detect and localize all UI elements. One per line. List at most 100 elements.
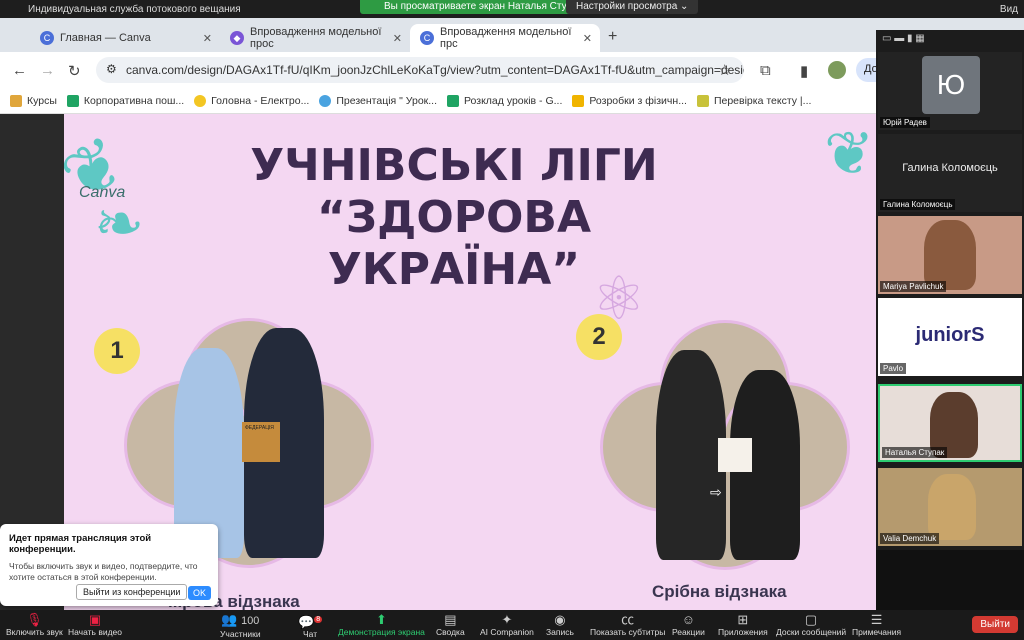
reactions-button[interactable]: ☺ Реакции (672, 612, 705, 637)
bookmark-item[interactable]: Головна - Електро... (194, 94, 309, 107)
livestream-popup: Идет прямая трансляция этой конференции.… (0, 524, 218, 606)
award-caption-2: Срібна відзнака (652, 582, 787, 601)
apps-button[interactable]: ⊞ Приложения (718, 612, 768, 637)
whiteboard-icon: ▢ (804, 612, 818, 627)
participant-tile[interactable]: Valia Demchuk (878, 468, 1022, 546)
apps-icon: ⊞ (737, 612, 749, 627)
summary-button[interactable]: ▤ Сводка (436, 612, 465, 637)
exit-meeting-button[interactable]: Выйти из конференции (76, 584, 188, 600)
close-icon[interactable]: ✕ (583, 32, 592, 45)
participant-tile[interactable]: Ю Юрій Радев (878, 52, 1022, 130)
participant-display-name: Галина Коломоєць (902, 162, 998, 174)
popup-heading: Идет прямая трансляция этой конференции. (9, 533, 152, 555)
bookmark-item[interactable]: Перевірка тексту |... (696, 94, 811, 107)
video-button[interactable]: ▣ Начать видео (68, 612, 122, 637)
bookmark-item[interactable]: Розклад уроків - G... (447, 94, 563, 107)
participant-tile-active-speaker[interactable]: Наталья Ступак (878, 384, 1022, 462)
chat-button[interactable]: 💬 8 Чат (298, 612, 323, 640)
bookmark-item[interactable]: Курсы (10, 94, 57, 107)
juniors-logo: juniorS (915, 324, 985, 346)
participant-tile[interactable]: Mariya Pavlichuk (878, 216, 1022, 294)
notes-button[interactable]: ☰ Примечания (852, 612, 901, 637)
participant-name: Наталья Ступак (882, 447, 948, 458)
whiteboards-button[interactable]: ▢ Доски сообщений (776, 612, 846, 637)
captions-label: Показать субтитры (590, 627, 666, 637)
bookmark-item[interactable]: Презентація " Урок... (319, 94, 438, 107)
reactions-label: Реакции (672, 627, 705, 637)
leave-button[interactable]: Выйти (972, 616, 1018, 633)
folder-icon (10, 94, 22, 107)
close-icon[interactable]: ✕ (393, 32, 402, 45)
mic-off-icon: 🎙 (26, 612, 43, 627)
title-line: УКРАЇНА” (327, 244, 581, 295)
apps-label: Приложения (718, 627, 768, 637)
canva-icon: C (40, 31, 54, 45)
sun-icon (194, 94, 207, 107)
share-screen-button[interactable]: ⬆ Демонстрация экрана (338, 612, 425, 637)
view-menu[interactable]: Вид (1000, 4, 1018, 15)
tab-design-1[interactable]: ◆ Впровадження модельної прос ✕ (220, 24, 410, 52)
slide-title: УЧНІВСЬКІ ЛІГИ “ЗДОРОВА УКРАЇНА” (184, 140, 724, 296)
participants-button[interactable]: 👥 100 Участники (220, 612, 261, 639)
captions-button[interactable]: ㏄ Показать субтитры (590, 612, 665, 637)
avatar[interactable] (828, 61, 846, 79)
bookmark-star-icon[interactable]: ☆ (718, 61, 731, 79)
m-icon (696, 94, 709, 107)
tab-design-2[interactable]: C Впровадження модельної прс ✕ (410, 24, 600, 52)
panel-controls[interactable]: ▭ ▬ ▮ ▦ (876, 30, 1024, 50)
summary-icon: ▤ (444, 612, 457, 627)
title-line: УЧНІВСЬКІ ЛІГИ (250, 140, 658, 191)
bookmark-item[interactable]: Корпоративна пош... (66, 94, 184, 107)
participant-name: Valia Demchuk (880, 533, 940, 544)
certificate: ФЕДЕРАЦІЯ (242, 422, 280, 462)
participant-name: Юрій Радев (880, 117, 930, 128)
leaf-decoration-icon: ❦ (824, 120, 875, 187)
browser-tab-strip: C Главная — Canva ✕ ◆ Впровадження модел… (0, 18, 1024, 52)
record-label: Запись (546, 627, 574, 637)
tab-canva-home[interactable]: C Главная — Canva ✕ (30, 24, 220, 52)
record-icon: ◉ (554, 612, 566, 627)
snowflake-icon (319, 94, 332, 107)
extensions-icon[interactable]: ⧉ (760, 62, 771, 79)
notes-icon: ☰ (870, 612, 883, 627)
bookmarks-bar: Курсы Корпоративна пош... Головна - Елек… (0, 88, 876, 114)
bookmark-item[interactable]: Розробки з фізичн... (572, 94, 687, 107)
design-icon: ◆ (230, 31, 244, 45)
video-feed (924, 220, 976, 290)
sidebar-icon[interactable]: ▮ (800, 62, 808, 80)
participants-label: Участники (220, 629, 261, 639)
close-icon[interactable]: ✕ (203, 32, 212, 45)
forward-icon[interactable]: → (40, 62, 55, 79)
popup-body: Чтобы включить звук и видео, подтвердите… (9, 561, 198, 582)
back-icon[interactable]: ← (12, 62, 27, 79)
record-button[interactable]: ◉ Запись (546, 612, 574, 637)
view-options-label: Настройки просмотра (576, 1, 678, 12)
participant-tile[interactable]: Галина Коломоєць Галина Коломоєць (878, 134, 1022, 212)
bookmark-label: Розклад уроків - G... (464, 94, 563, 107)
canva-watermark: Canva (79, 184, 126, 201)
live-stream-label: Индивидуальная служба потокового вещания (28, 3, 241, 15)
bookmark-label: Презентація " Урок... (336, 94, 438, 107)
participant-name: Галина Коломоєць (880, 199, 956, 210)
ai-companion-button[interactable]: ✦ AI Companion (480, 612, 534, 637)
tab-title: Впровадження модельної прос (250, 26, 382, 50)
canva-icon: C (420, 31, 434, 45)
participant-tile[interactable]: juniorS Pavlo (878, 298, 1022, 376)
ok-button[interactable]: OK (188, 586, 212, 600)
flame-icon (572, 94, 585, 107)
view-options-button[interactable]: Настройки просмотра ⌄ (566, 0, 699, 14)
summary-label: Сводка (436, 627, 465, 637)
site-settings-icon[interactable]: ⚙ (106, 62, 117, 76)
ai-label: AI Companion (480, 627, 534, 637)
smile-icon: ☺ (681, 612, 696, 627)
new-tab-icon[interactable]: + (608, 28, 617, 46)
chat-icon: 💬 8 (298, 614, 323, 630)
url-field[interactable]: ⚙ canva.com/design/DAGAx1Tf-fU/qIKm_joon… (96, 57, 744, 83)
team-photo-2: ⇨ (600, 320, 850, 570)
chat-label: Чат (302, 629, 318, 640)
reload-icon[interactable]: ↻ (68, 62, 81, 80)
audio-button[interactable]: 🎙 Включить звук (6, 612, 63, 637)
bookmark-label: Розробки з фізичн... (589, 94, 687, 107)
audio-label: Включить звук (6, 627, 63, 637)
url-text: canva.com/design/DAGAx1Tf-fU/qIKm_joonJz… (126, 63, 744, 77)
